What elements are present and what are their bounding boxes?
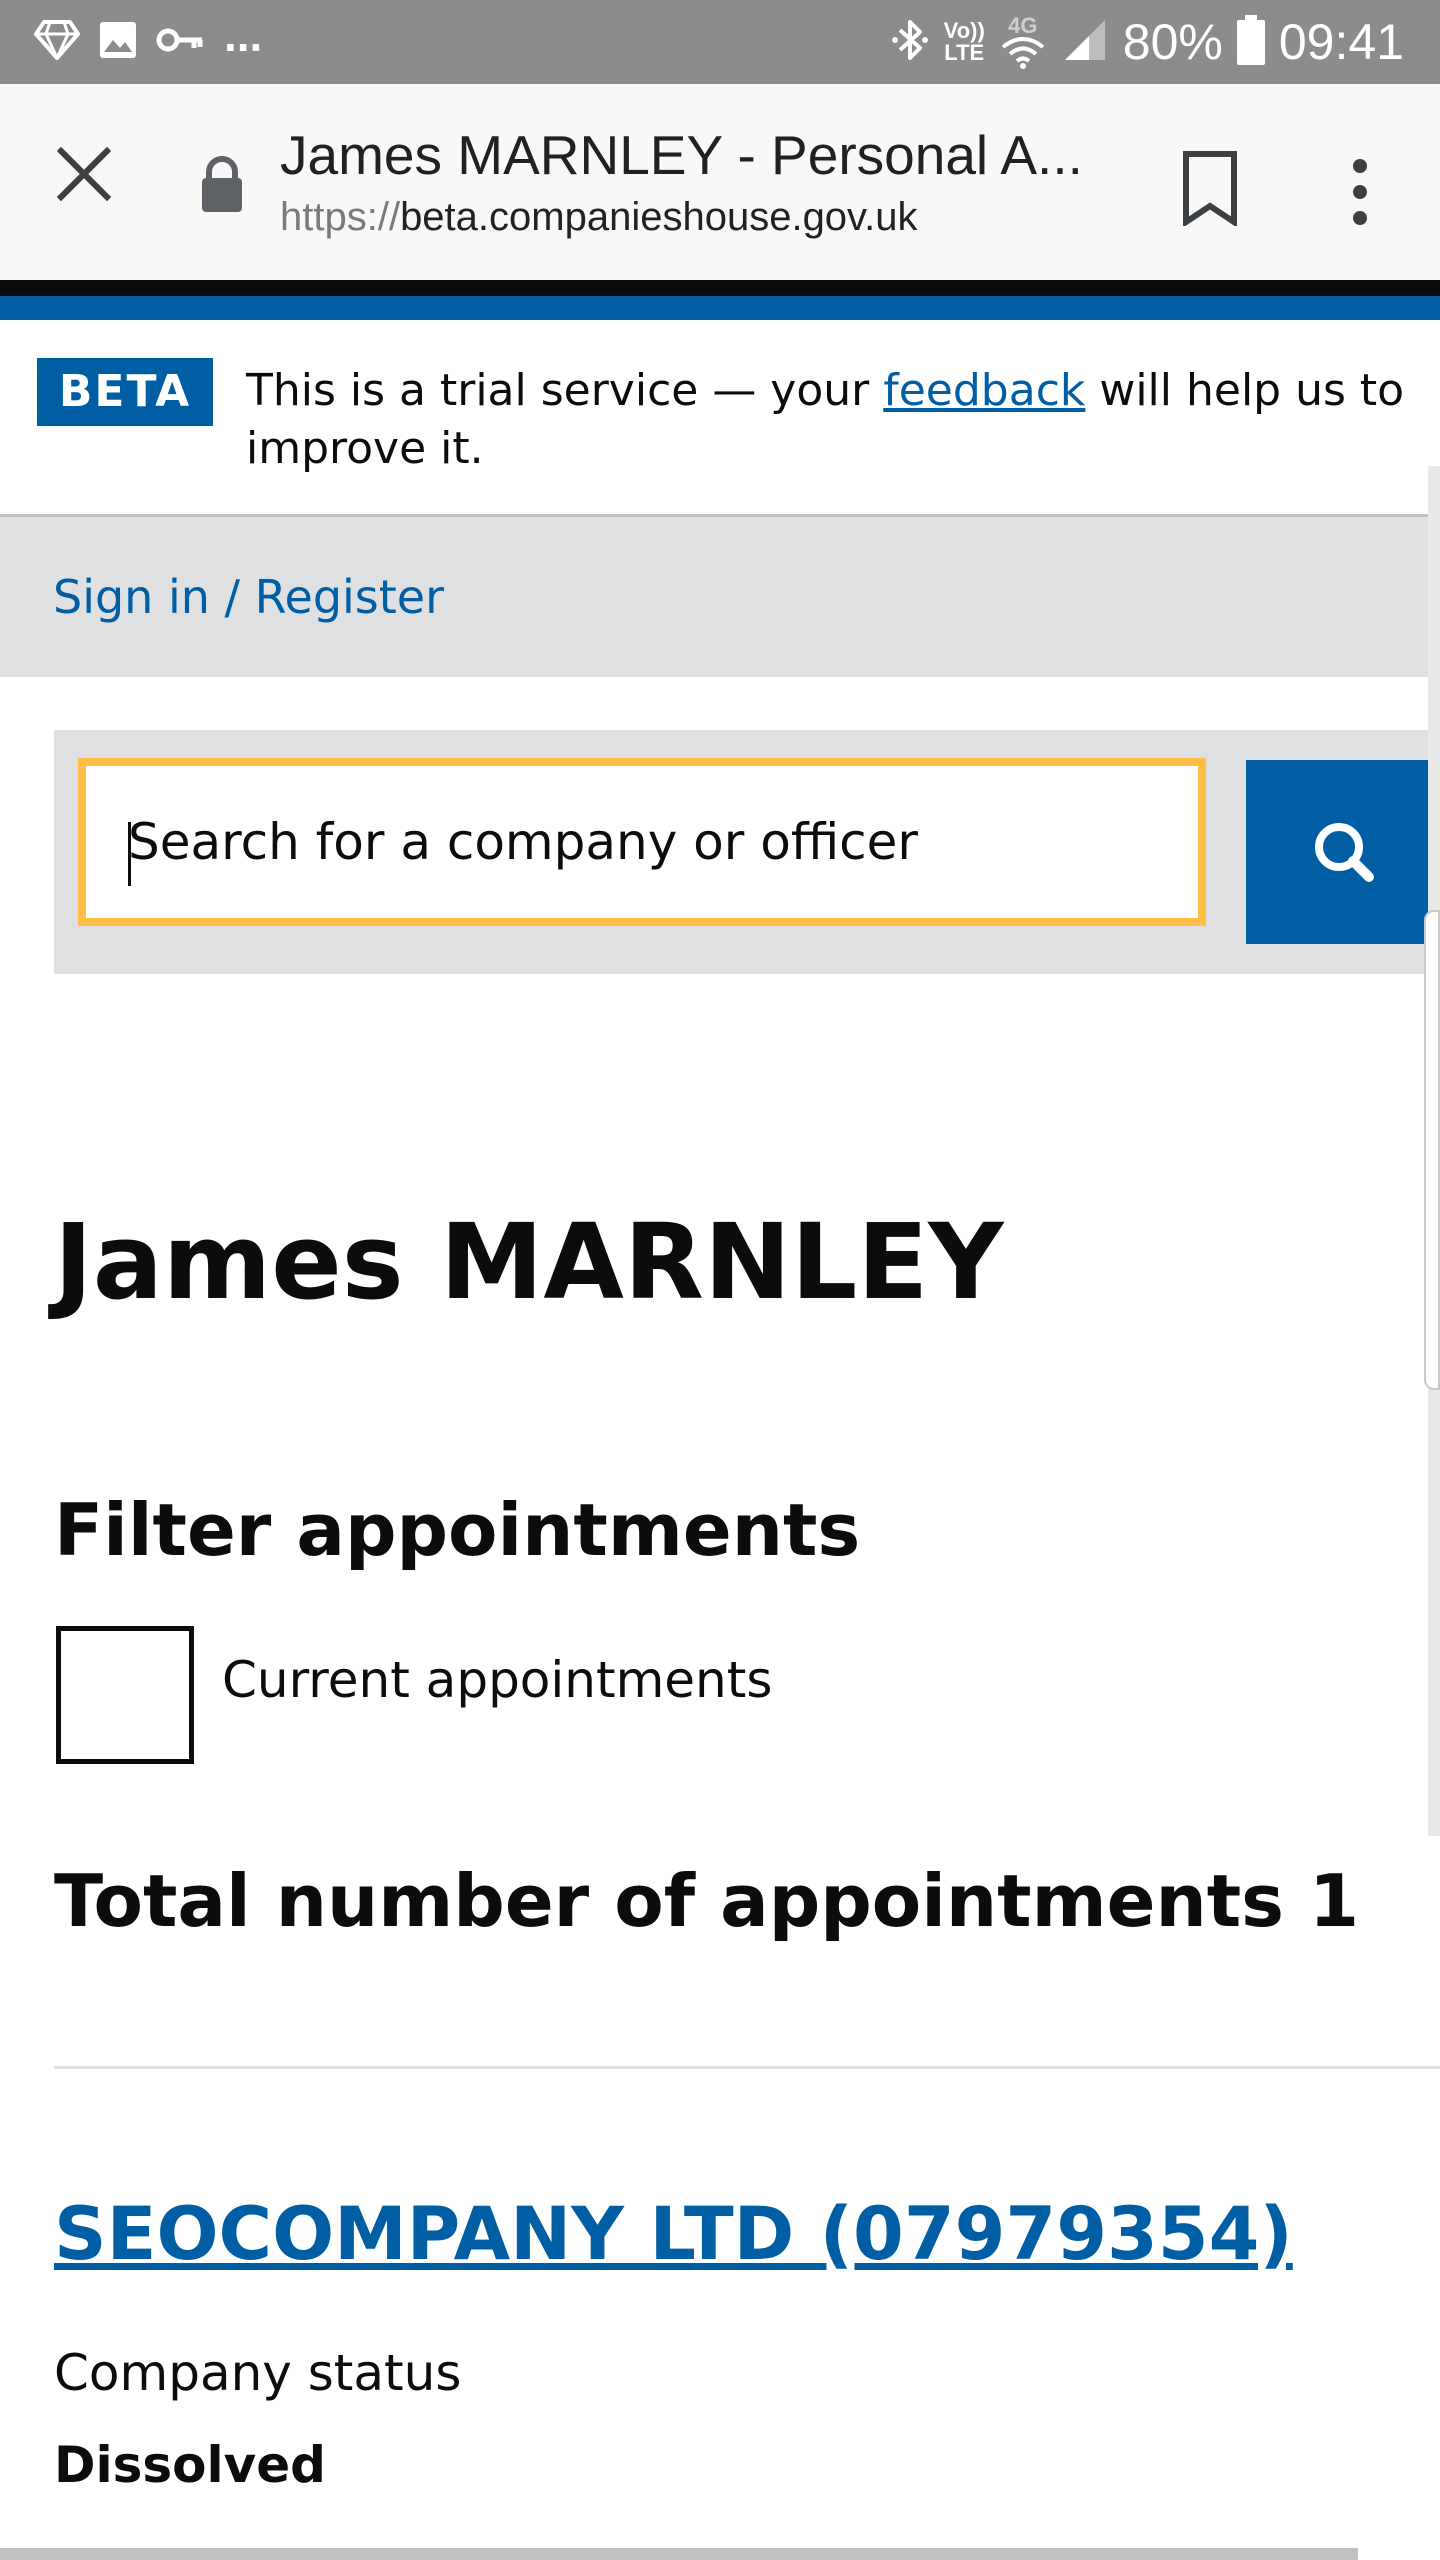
- search-button[interactable]: [1246, 760, 1440, 944]
- header-bar: [0, 280, 1440, 296]
- company-status-value: Dissolved: [54, 2436, 326, 2494]
- beta-message: This is a trial service — your feedback …: [246, 362, 1426, 478]
- divider: [54, 2066, 1440, 2069]
- status-bar: ... Vo)) LTE 4G 80% 09:41: [0, 0, 1440, 84]
- more-vert-icon[interactable]: [1328, 152, 1392, 232]
- filter-appointments-heading: Filter appointments: [54, 1488, 861, 1572]
- notification-icons: ...: [34, 9, 263, 66]
- search-panel: [54, 730, 1440, 974]
- close-icon: [56, 146, 112, 205]
- bottom-scroll-indicator: [0, 2548, 1358, 2560]
- close-tab-button[interactable]: [40, 132, 128, 220]
- officer-name-heading: James MARNLEY: [54, 1201, 1004, 1323]
- beta-message-start: This is a trial service — your: [246, 365, 884, 416]
- search-icon: [1307, 815, 1379, 890]
- wifi-icon: 4G: [999, 15, 1047, 69]
- current-appointments-label[interactable]: Current appointments: [222, 1648, 772, 1712]
- beta-banner: BETA This is a trial service — your feed…: [0, 320, 1440, 517]
- battery-percent: 80%: [1122, 14, 1223, 70]
- sign-in-register-link[interactable]: Sign in / Register: [53, 567, 444, 627]
- feedback-link[interactable]: feedback: [883, 365, 1085, 416]
- system-status: Vo)) LTE 4G 80% 09:41: [890, 14, 1404, 70]
- header-accent-bar: [0, 296, 1440, 320]
- page-title-bar: James MARNLEY - Personal A...: [280, 124, 1080, 186]
- url-scheme: https://: [280, 195, 401, 239]
- account-bar: Sign in / Register: [0, 517, 1440, 677]
- diamond-icon: [34, 20, 80, 64]
- url-host: beta.companieshouse.gov.uk: [400, 195, 918, 239]
- total-appointments-heading: Total number of appointments 1: [54, 1859, 1360, 1943]
- browser-toolbar: James MARNLEY - Personal A... https://be…: [0, 84, 1440, 280]
- url-text[interactable]: https://beta.companieshouse.gov.uk: [280, 192, 1080, 242]
- gallery-icon: [98, 20, 138, 64]
- search-input[interactable]: [78, 758, 1206, 926]
- key-icon: [156, 20, 206, 64]
- text-cursor: [128, 822, 131, 886]
- battery-icon: [1236, 15, 1265, 69]
- bookmark-icon[interactable]: [1180, 150, 1240, 228]
- current-appointments-checkbox[interactable]: [56, 1626, 194, 1764]
- company-link[interactable]: SEOCOMPANY LTD (07979354): [54, 2180, 1330, 2290]
- volte-indicator: Vo)) LTE: [944, 20, 985, 64]
- volte-bottom-label: LTE: [944, 40, 985, 65]
- network-type-label: 4G: [1008, 13, 1038, 38]
- beta-tag: BETA: [37, 358, 213, 426]
- company-status-label: Company status: [54, 2344, 462, 2402]
- clock: 09:41: [1278, 14, 1404, 70]
- signal-icon: [1061, 16, 1109, 68]
- lock-icon[interactable]: [196, 154, 248, 214]
- volte-top-label: Vo)): [943, 18, 985, 43]
- more-notifications-indicator: ...: [224, 9, 263, 61]
- bluetooth-icon: [890, 16, 930, 68]
- scroll-handle[interactable]: [1424, 910, 1440, 1390]
